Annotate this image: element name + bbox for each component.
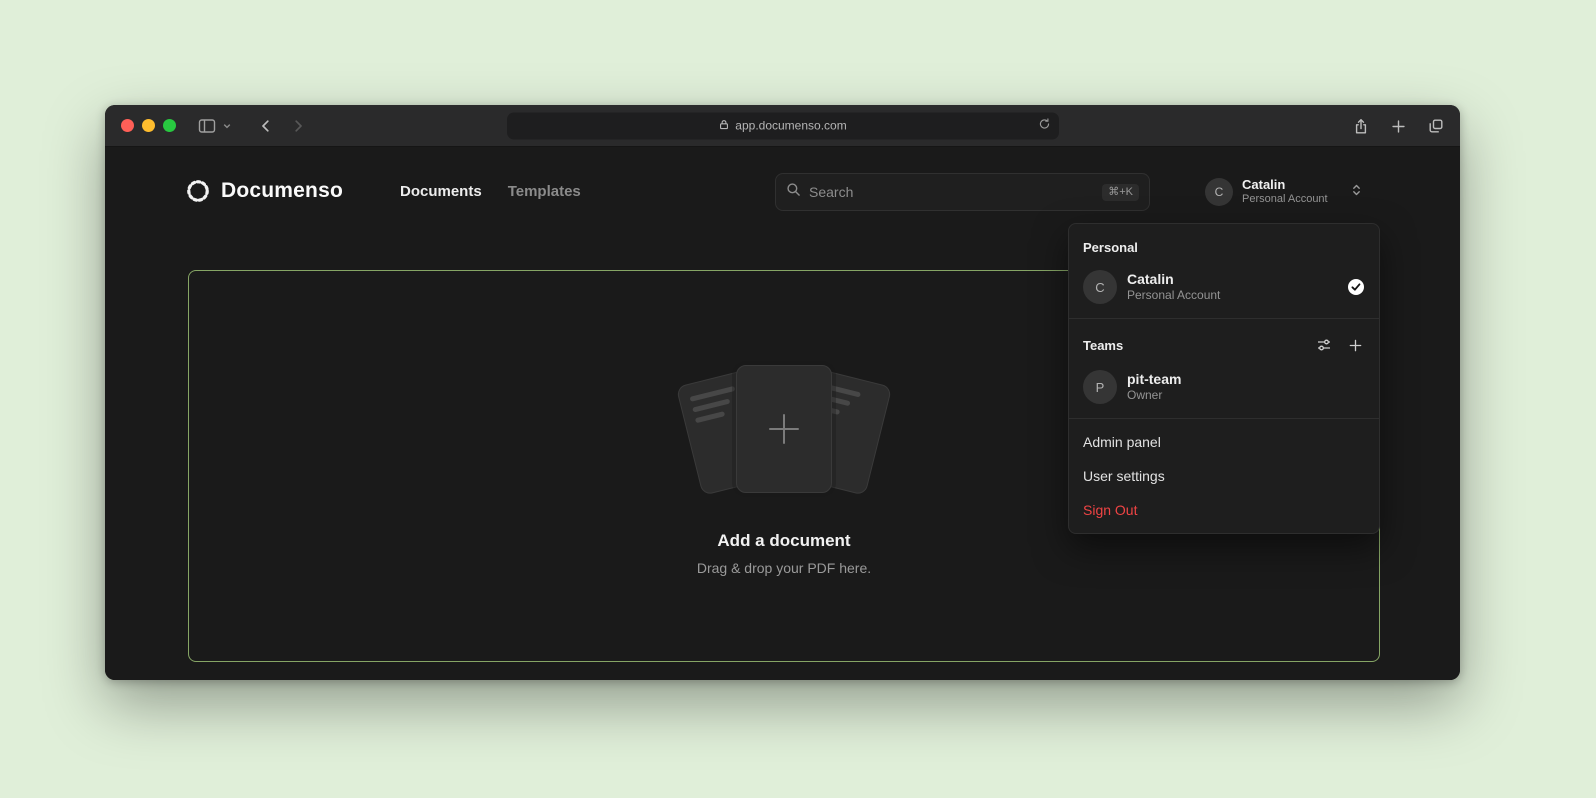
back-button[interactable] [258, 118, 274, 134]
toolbar-right-actions [1353, 105, 1444, 147]
new-tab-icon[interactable] [1391, 119, 1406, 134]
team-avatar: P [1083, 370, 1117, 404]
nav-item-templates[interactable]: Templates [508, 183, 581, 200]
manage-teams-icon[interactable] [1314, 335, 1334, 355]
search-input[interactable] [809, 184, 1094, 200]
menu-section-personal: Personal [1069, 230, 1379, 262]
documenso-logo-icon [185, 178, 211, 204]
zoom-window-button[interactable] [163, 119, 176, 132]
teams-label: Teams [1083, 338, 1123, 353]
app-content: Documenso Documents Templates ⌘+K C [105, 147, 1460, 680]
search-shortcut-badge: ⌘+K [1102, 184, 1139, 201]
menu-item-sign-out[interactable]: Sign Out [1069, 493, 1379, 527]
menu-item-user-settings[interactable]: User settings [1069, 459, 1379, 493]
nav-item-documents[interactable]: Documents [400, 183, 482, 200]
chevron-down-icon[interactable] [222, 121, 232, 131]
reload-icon[interactable] [1038, 118, 1051, 134]
menu-item-team[interactable]: P pit-team Owner [1069, 362, 1379, 412]
sidebar-toggle-icon[interactable] [198, 118, 216, 134]
browser-toolbar: app.documenso.com [105, 105, 1460, 147]
menu-item-personal-account[interactable]: C Catalin Personal Account [1069, 262, 1379, 312]
chevron-up-down-icon [1351, 182, 1362, 203]
url-text: app.documenso.com [735, 119, 846, 133]
menu-divider [1069, 318, 1379, 319]
personal-avatar: C [1083, 270, 1117, 304]
window-controls [121, 119, 176, 132]
account-subtitle: Personal Account [1242, 193, 1328, 207]
personal-subtitle: Personal Account [1127, 288, 1220, 304]
primary-nav: Documents Templates [400, 171, 581, 211]
document-card-center [736, 365, 832, 493]
brand-name: Documenso [221, 179, 343, 203]
lock-icon [718, 118, 730, 133]
close-window-button[interactable] [121, 119, 134, 132]
search-icon [786, 182, 801, 202]
team-role: Owner [1127, 388, 1181, 404]
account-avatar: C [1205, 178, 1233, 206]
dropzone-title: Add a document [717, 531, 850, 551]
menu-section-teams: Teams [1069, 325, 1379, 362]
account-menu-button[interactable]: C Catalin Personal Account [1205, 173, 1362, 211]
brand: Documenso [185, 171, 343, 211]
search-box[interactable]: ⌘+K [775, 173, 1150, 211]
minimize-window-button[interactable] [142, 119, 155, 132]
browser-window: app.documenso.com [105, 105, 1460, 680]
tab-overview-icon[interactable] [1428, 118, 1444, 134]
forward-button[interactable] [290, 118, 306, 134]
menu-item-admin-panel[interactable]: Admin panel [1069, 425, 1379, 459]
desktop-background: app.documenso.com [0, 0, 1596, 798]
account-dropdown-menu: Personal C Catalin Personal Account [1068, 223, 1380, 534]
add-team-icon[interactable] [1346, 336, 1365, 355]
check-circle-icon [1347, 278, 1365, 296]
plus-icon [769, 414, 799, 444]
dropzone-subtitle: Drag & drop your PDF here. [697, 560, 871, 576]
team-name: pit-team [1127, 370, 1181, 388]
menu-divider [1069, 418, 1379, 419]
share-icon[interactable] [1353, 118, 1369, 135]
address-bar[interactable]: app.documenso.com [507, 112, 1059, 139]
personal-name: Catalin [1127, 270, 1220, 288]
account-name: Catalin [1242, 177, 1328, 193]
documents-illustration [674, 357, 894, 507]
